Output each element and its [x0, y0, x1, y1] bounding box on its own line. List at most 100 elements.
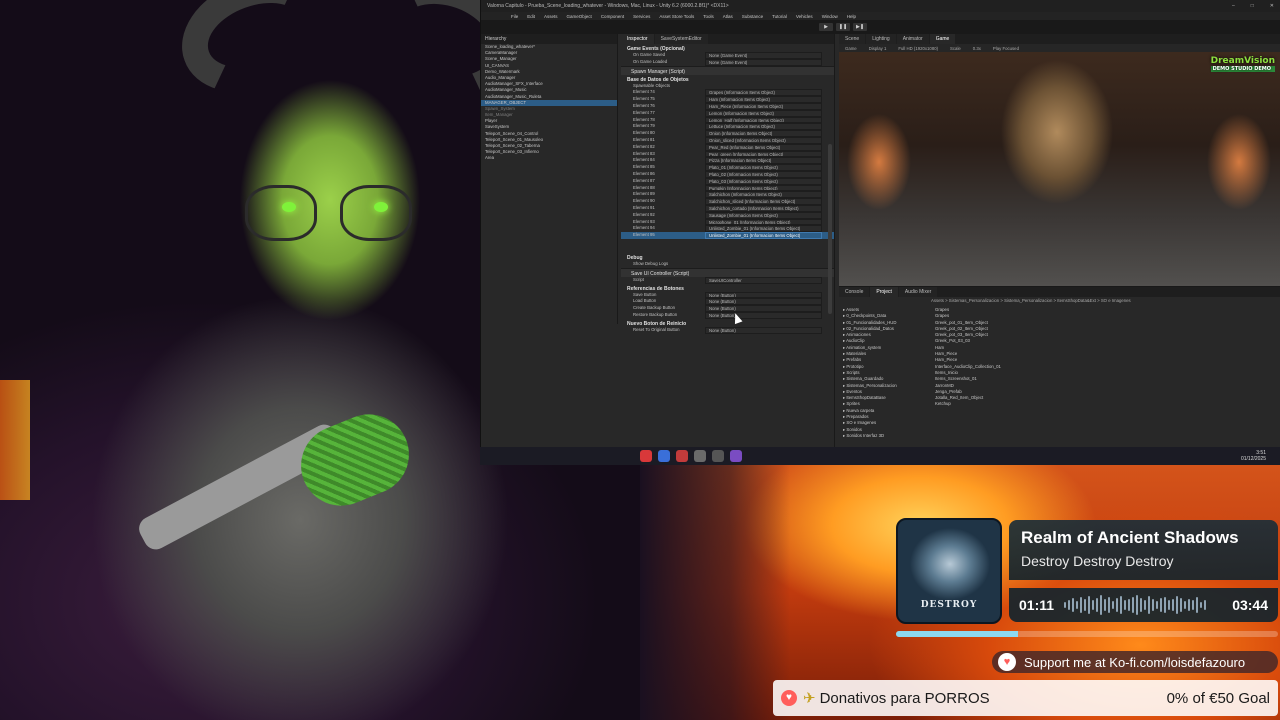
- inspector-field[interactable]: Element 76 Ham_Piece (Informacion Items O…: [621, 102, 834, 110]
- field-value[interactable]: None (Button): [705, 298, 822, 306]
- game-bar-item[interactable]: Play Focused: [993, 46, 1019, 51]
- inspector-field[interactable]: Element 75 Ham (Informacion Items Object): [621, 96, 834, 103]
- spawn-manager-component[interactable]: Spawn Manager (Script): [621, 65, 834, 75]
- app-icon[interactable]: [658, 450, 670, 462]
- tab-lighting[interactable]: Lighting: [866, 34, 896, 44]
- field-value[interactable]: Lemon (Informacion Items Object): [705, 109, 822, 117]
- field-value[interactable]: None (Button): [705, 305, 822, 312]
- field-value[interactable]: Salchichon_sliced (Informacion Items Obj…: [705, 198, 822, 205]
- inspector-field[interactable]: Element 84 Pizza (Informacion Items Objec…: [621, 157, 834, 165]
- inspector-field[interactable]: Element 88 Pumpkin (Informacion Items Obj…: [621, 184, 834, 192]
- game-scene-render[interactable]: [839, 52, 1280, 286]
- inspector-field[interactable]: Element 91 Salchichon_cortado (Informacio…: [621, 204, 834, 212]
- menu-item[interactable]: Tutorial: [772, 14, 787, 19]
- close-icon[interactable]: ✕: [1270, 3, 1274, 9]
- field-value[interactable]: Pear_green (Informacion Items Object): [705, 150, 822, 158]
- field-value[interactable]: Unlisted_Zombie_01 (Informacion Items Ob…: [705, 225, 822, 233]
- field-value[interactable]: None (Button): [705, 311, 822, 319]
- tab-audio-mixer[interactable]: Audio Mixer: [898, 287, 938, 297]
- field-value[interactable]: Unlisted_Zombie_01 (Informacion Items Ob…: [705, 232, 822, 239]
- game-bar-item[interactable]: 0.3x: [973, 46, 981, 51]
- inspector-field[interactable]: Save Button None (Button): [621, 291, 834, 299]
- game-bar-item[interactable]: Display 1: [869, 46, 887, 51]
- list-label[interactable]: Spawnable Objects: [621, 83, 834, 90]
- inspector-field[interactable]: Element 77 Lemon (Informacion Items Objec…: [621, 109, 834, 117]
- menu-item[interactable]: Edit: [527, 14, 535, 19]
- inspector-field[interactable]: Element 92 Sausage (Informacion Items Obj…: [621, 211, 834, 219]
- inspector-field[interactable]: Element 89 Salchichon (Informacion Items …: [621, 191, 834, 199]
- menu-item[interactable]: Atlas: [723, 14, 733, 19]
- minimize-icon[interactable]: –: [1232, 3, 1235, 9]
- field-value[interactable]: Plato_02 (Informacion Items Object): [705, 170, 822, 178]
- menu-item[interactable]: Window: [822, 14, 838, 19]
- tab-inspector[interactable]: Inspector: [621, 34, 654, 44]
- inspector-field[interactable]: Element 95 Unlisted_Zombie_01 (Informacio…: [621, 232, 834, 239]
- menu-item[interactable]: File: [511, 14, 518, 19]
- game-bar-item[interactable]: Game: [845, 46, 857, 51]
- system-clock[interactable]: 3:51 01/12/2025: [1241, 450, 1266, 462]
- game-bar-item[interactable]: Full HD (1920x1080): [898, 46, 938, 51]
- pause-icon[interactable]: ❚❚: [836, 23, 850, 31]
- save-ui-controller-component[interactable]: Save UI Controller (Script): [621, 267, 834, 277]
- inspector-field[interactable]: Element 87 Plato_03 (Informacion Items Ob…: [621, 177, 834, 185]
- inspector-field[interactable]: Element 82 Pear_Red (Informacion Items Ob…: [621, 143, 834, 151]
- inspector-field[interactable]: Element 78 Lemon_Half (Informacion Items …: [621, 116, 834, 124]
- field-value[interactable]: None (Game Event): [705, 58, 822, 66]
- menu-item[interactable]: Vehicles: [796, 14, 813, 19]
- reset-button-field[interactable]: Reset To Original Button None (Button): [621, 326, 834, 334]
- inspector-field[interactable]: Element 94 Unlisted_Zombie_01 (Informacio…: [621, 225, 834, 233]
- field-value[interactable]: Microphone_01 (Informacion Items Object): [705, 218, 822, 226]
- inspector-field[interactable]: Element 93 Microphone_01 (Informacion Ite…: [621, 218, 834, 226]
- tab-savesystemeditor[interactable]: SaveSystemEditor: [654, 34, 708, 44]
- inspector-field[interactable]: Element 90 Salchichon_sliced (Informacion…: [621, 198, 834, 205]
- tab-scene[interactable]: Scene: [839, 34, 866, 44]
- field-value[interactable]: None (Game Event): [705, 52, 822, 59]
- inspector-field[interactable]: Load Button None (Button): [621, 298, 834, 306]
- menu-item[interactable]: Component: [601, 14, 624, 19]
- field-value[interactable]: Plato_03 (Informacion Items Object): [705, 177, 822, 185]
- field-value[interactable]: Salchichon_cortado (Informacion Items Ob…: [705, 204, 822, 212]
- tab-console[interactable]: Console: [839, 287, 870, 297]
- field-value[interactable]: Plato_01 (Informacion Items Object): [705, 164, 822, 171]
- inspector-scrollbar[interactable]: [828, 144, 832, 314]
- tab-hierarchy[interactable]: Hierarchy: [481, 34, 617, 44]
- file-item[interactable]: Ketchup: [935, 401, 1135, 407]
- menu-item[interactable]: Asset Store Tools: [659, 14, 694, 19]
- inspector-field[interactable]: Element 80 Onion (Informacion Items Objec…: [621, 130, 834, 137]
- inspector-field[interactable]: Element 86 Plato_02 (Informacion Items Ob…: [621, 170, 834, 178]
- brave-browser-icon[interactable]: [640, 450, 652, 462]
- menu-item[interactable]: Services: [633, 14, 650, 19]
- folder-item[interactable]: ▸ Sonidos Interfaz 3D: [843, 433, 925, 439]
- inspector-field[interactable]: Element 81 Onion_sliced (Informacion Item…: [621, 136, 834, 144]
- field-value[interactable]: Pumpkin (Informacion Items Object): [705, 184, 822, 192]
- inspector-field[interactable]: Create Backup Button None (Button): [621, 305, 834, 312]
- field-value[interactable]: Salchichon (Informacion Items Object): [705, 191, 822, 199]
- field-value[interactable]: None (Button): [705, 291, 822, 299]
- inspector-field[interactable]: Element 74 Grapes (Informacion Items Obje…: [621, 89, 834, 97]
- inspector-field[interactable]: Element 85 Plato_01 (Informacion Items Ob…: [621, 164, 834, 171]
- project-breadcrumb[interactable]: Assets > Sistemas_Personalizacion > Sist…: [839, 297, 1280, 305]
- script-field[interactable]: Script SaveUIController: [621, 276, 834, 284]
- inspector-field[interactable]: On Game Loaded None (Game Event): [621, 58, 834, 66]
- hierarchy-item[interactable]: Area: [481, 155, 617, 161]
- tab-game[interactable]: Game: [929, 34, 956, 44]
- menu-item[interactable]: Help: [847, 14, 856, 19]
- menu-item[interactable]: Tools: [703, 14, 714, 19]
- app-icon-2[interactable]: [712, 450, 724, 462]
- menu-item[interactable]: Substance: [742, 14, 763, 19]
- field-value[interactable]: Lettuce (Informacion Items Object): [705, 123, 822, 131]
- inspector-field[interactable]: Element 83 Pear_green (Informacion Items …: [621, 150, 834, 158]
- inspector-field[interactable]: Restore Backup Button None (Button): [621, 311, 834, 319]
- field-value[interactable]: Ham_Piece (Informacion Items Object): [705, 102, 822, 110]
- inspector-field[interactable]: On Game Saved None (Game Event): [621, 52, 834, 59]
- tab-project[interactable]: Project: [870, 287, 898, 297]
- field-value[interactable]: Onion (Informacion Items Object): [705, 130, 822, 137]
- inspector-field[interactable]: Element 79 Lettuce (Informacion Items Obj…: [621, 123, 834, 131]
- play-icon[interactable]: ▶: [819, 23, 833, 31]
- menu-item[interactable]: Assets: [544, 14, 558, 19]
- field-value[interactable]: Sausage (Informacion Items Object): [705, 211, 822, 219]
- obs-icon[interactable]: [676, 450, 688, 462]
- unity-icon[interactable]: [694, 450, 706, 462]
- tab-animator[interactable]: Animator: [896, 34, 929, 44]
- field-value[interactable]: Pizza (Informacion Items Object): [705, 157, 822, 165]
